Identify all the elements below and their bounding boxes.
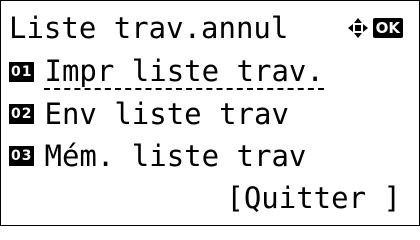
item-number-badge: 02 (9, 104, 35, 124)
menu-item-label: Env liste trav (44, 97, 289, 131)
screen-title: Liste trav.annul (9, 11, 289, 45)
lcd-panel: Liste trav.annul OK 01 Impr liste trav. … (0, 0, 420, 226)
item-number-badge: 03 (9, 146, 35, 166)
menu-item-print-job-list[interactable]: 01 Impr liste trav. (1, 51, 419, 93)
menu-item-label: Impr liste trav. (44, 54, 324, 90)
menu-item-store-job-list[interactable]: 03 Mém. liste trav (1, 135, 419, 177)
softkey-bracket-open: [ (226, 181, 244, 215)
menu-item-label: Mém. liste trav (44, 139, 307, 173)
softkey-label: Quitter (243, 181, 367, 215)
ok-icon: OK (372, 18, 403, 38)
title-bar: Liste trav.annul OK (1, 7, 419, 49)
nav-hint: OK (347, 17, 403, 39)
item-number-badge: 01 (9, 62, 35, 82)
menu-item-send-job-list[interactable]: 02 Env liste trav (1, 93, 419, 135)
softkey-bracket-close: ] (383, 181, 401, 215)
four-way-arrow-icon (347, 18, 368, 38)
quit-softkey[interactable]: [ Quitter ] (1, 177, 419, 219)
